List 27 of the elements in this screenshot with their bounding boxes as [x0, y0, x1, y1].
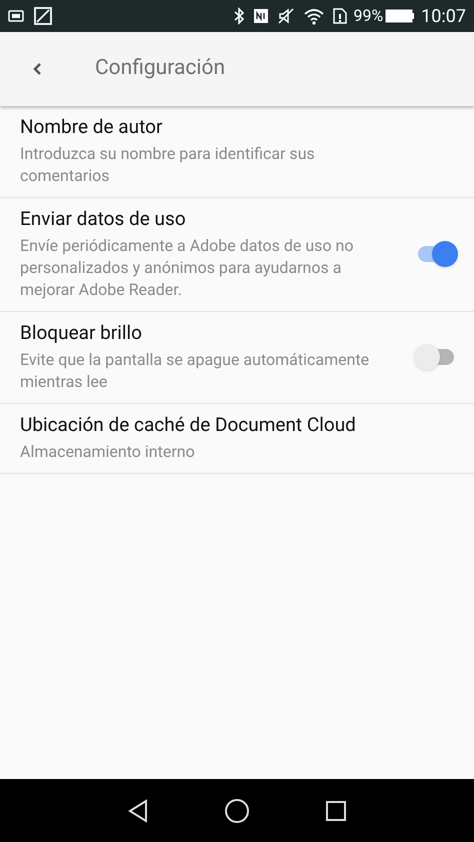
- setting-description: Almacenamiento interno: [20, 441, 196, 463]
- image-icon: [34, 7, 52, 25]
- back-icon: [32, 62, 42, 76]
- setting-description: Evite que la pantalla se apague automáticamente mientras lee: [20, 349, 370, 393]
- wifi-icon: [303, 7, 326, 25]
- bluetooth-icon: [233, 7, 246, 25]
- setting-description: Introduzca su nombre para identificar sus comentarios: [20, 143, 316, 187]
- settings-item[interactable]: Bloquear brillo Evite que la pantalla se apague automáticamente mientras lee: [0, 312, 474, 404]
- sim-card-icon: [8, 10, 24, 22]
- nfc-icon: [253, 8, 270, 24]
- home-icon[interactable]: [224, 798, 250, 824]
- setting-title: Enviar datos de uso: [20, 206, 187, 232]
- setting-title: Nombre de autor: [20, 114, 164, 140]
- sim-alert-icon: [333, 8, 348, 24]
- clock: 10:07: [421, 4, 466, 28]
- setting-title: Bloquear brillo: [20, 320, 143, 346]
- settings-item[interactable]: Nombre de autor Introduzca su nombre para identificar sus comentarios: [0, 106, 474, 198]
- back-nav-icon[interactable]: [127, 798, 150, 822]
- recents-icon[interactable]: [324, 800, 347, 822]
- battery-icon: [385, 9, 416, 23]
- setting-title: Ubicación de caché de Document Cloud: [20, 412, 357, 438]
- settings-item[interactable]: Ubicación de caché de Document Cloud Almacenamiento interno: [0, 404, 474, 474]
- settings-item[interactable]: Enviar datos de uso Envíe periódicamente a Adobe datos de uso no personalizados y anónimos para ayudarnos a mejorar Adobe Reader.: [0, 198, 474, 312]
- setting-description: Envíe periódicamente a Adobe datos de uso no personalizados y anónimos para ayudarnos a mejorar Adobe Reader.: [20, 235, 354, 301]
- page-title: Configuración: [95, 55, 226, 82]
- battery-percent: 99%: [353, 5, 384, 27]
- mute-icon: [277, 7, 296, 25]
